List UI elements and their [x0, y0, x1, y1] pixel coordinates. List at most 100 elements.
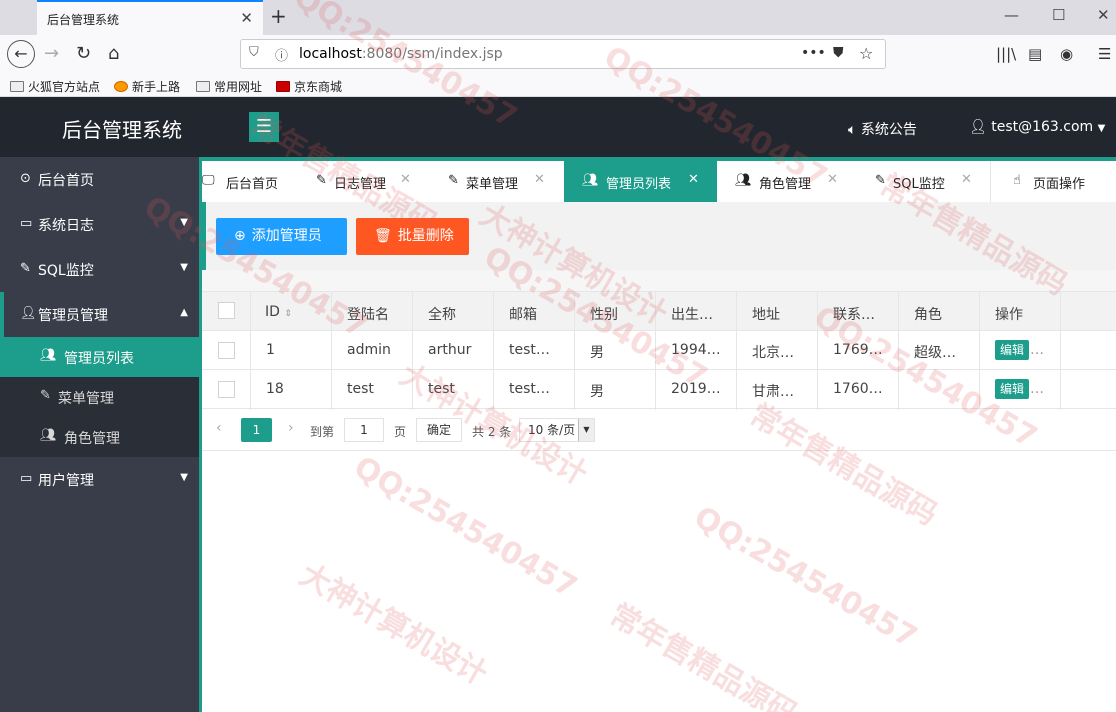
- account-icon[interactable]: ◉: [1060, 45, 1073, 63]
- hamburger-menu-icon[interactable]: ☰: [1098, 45, 1111, 63]
- sidebar-subitem-menu-management[interactable]: ✎ 菜单管理: [0, 377, 200, 417]
- browser-chrome: 后台管理系统 ✕ + — ☐ ✕ ← → ↻ ⌂ ⛉ ⓘ localhost:8…: [0, 0, 1116, 97]
- page-input[interactable]: 1: [344, 418, 384, 442]
- more-icon[interactable]: •••: [801, 45, 826, 61]
- sidebar-item-home[interactable]: ⊙ 后台首页: [0, 157, 200, 202]
- row-checkbox[interactable]: [218, 381, 235, 398]
- confirm-button[interactable]: 确定: [416, 418, 462, 442]
- tab-admin-list[interactable]: 👥︎ 管理员列表 ✕: [564, 161, 717, 202]
- sidebar-item-system-log[interactable]: ▭ 系统日志 ▼: [0, 202, 200, 247]
- tab-sql-monitor[interactable]: ✎ SQL监控 ✕: [857, 161, 990, 202]
- tab-home[interactable]: 🖵︎ 后台首页: [202, 161, 308, 202]
- pencil-icon: ✎: [448, 173, 459, 188]
- content-blank-area: [202, 451, 1116, 712]
- column-divider: [574, 291, 575, 410]
- forward-icon[interactable]: →: [44, 43, 59, 64]
- add-admin-button[interactable]: ⊕ 添加管理员: [216, 218, 347, 255]
- cell-email: test…: [509, 381, 550, 397]
- cell-address: 甘肃…: [752, 384, 794, 400]
- bookmark-item[interactable]: 火狐官方站点: [10, 78, 100, 95]
- admin-app: 后台管理系统 ☰ 🔈︎ 系统公告 👤︎ test@163.com ▼ ⊙ 后台首…: [0, 97, 1116, 712]
- tab-role-management[interactable]: 👥︎ 角色管理 ✕: [717, 161, 857, 202]
- nav-bar: ← → ↻ ⌂ ⛉ ⓘ localhost:8080/ssm/index.jsp…: [0, 35, 1116, 75]
- edit-button[interactable]: 编辑: [995, 340, 1029, 360]
- sidebar-item-admin-management[interactable]: 👤︎ 管理员管理 ▲: [0, 292, 200, 337]
- star-icon[interactable]: ☆: [859, 44, 873, 63]
- bookmark-item[interactable]: 京东商城: [276, 78, 342, 95]
- sidebar-subitem-role-management[interactable]: 👥︎ 角色管理: [0, 417, 200, 457]
- page-operations-button[interactable]: ☝︎ 页面操作: [990, 161, 1116, 202]
- chevron-down-icon: ▼: [578, 419, 594, 441]
- next-page-icon[interactable]: ›: [288, 420, 294, 436]
- column-header: 操作: [995, 307, 1023, 323]
- users-icon: 👥︎: [735, 173, 752, 188]
- select-all-checkbox[interactable]: [218, 302, 235, 319]
- column-divider: [493, 291, 494, 410]
- page-size-select[interactable]: 10 条/页 ▼: [519, 418, 595, 442]
- close-icon[interactable]: ✕: [827, 172, 838, 187]
- reload-icon[interactable]: ↻: [76, 43, 91, 64]
- cell-login: admin: [347, 342, 391, 358]
- total-count: 共 2 条: [472, 425, 512, 439]
- column-divider: [250, 291, 251, 410]
- monitor-icon: 🖵︎: [202, 173, 215, 188]
- page-number-current[interactable]: 1: [241, 418, 272, 442]
- toolbar: ⊕ 添加管理员 🗑︎ 批量删除: [202, 202, 1116, 270]
- url-bar[interactable]: ⛉ ⓘ localhost:8080/ssm/index.jsp ••• ⛊ ☆: [240, 39, 886, 69]
- user-icon: 👤︎: [969, 119, 987, 135]
- column-header[interactable]: ID ⇕: [265, 304, 292, 320]
- shield-icon[interactable]: ⛉: [249, 45, 259, 60]
- close-icon[interactable]: ✕: [961, 172, 972, 187]
- close-tab-icon[interactable]: ✕: [240, 9, 253, 27]
- home-icon[interactable]: ⌂: [108, 43, 119, 64]
- column-header: 邮箱: [509, 307, 537, 323]
- cell-phone: 1769…: [833, 342, 883, 358]
- cell-fullname: arthur: [428, 342, 472, 358]
- column-header: 联系…: [833, 307, 875, 323]
- cell-id: 18: [266, 381, 284, 397]
- close-icon[interactable]: ✕: [688, 172, 699, 187]
- edit-button[interactable]: 编辑: [995, 379, 1029, 399]
- sidebar-subitem-admin-list[interactable]: 👥︎ 管理员列表: [0, 337, 200, 377]
- cell-email: test…: [509, 342, 550, 358]
- bookmark-item[interactable]: 新手上路: [114, 78, 180, 95]
- sidebar-toggle-icon[interactable]: ▤: [1028, 45, 1042, 63]
- hand-pointer-icon: ☝︎: [1013, 173, 1021, 188]
- overflow-ellipsis: …: [1030, 381, 1044, 397]
- tab-menu-management[interactable]: ✎ 菜单管理 ✕: [428, 161, 564, 202]
- pocket-icon[interactable]: ⛊: [833, 45, 844, 61]
- pencil-icon: ✎: [316, 173, 327, 188]
- sidebar: ⊙ 后台首页 ▭ 系统日志 ▼ ✎ SQL监控 ▼ 👤︎ 管理员管理 ▲ 👥︎ …: [0, 157, 200, 712]
- menu-toggle-button[interactable]: ☰: [249, 112, 279, 142]
- library-icon[interactable]: |||\: [996, 45, 1016, 63]
- column-divider: [898, 291, 899, 410]
- close-icon[interactable]: ✕: [534, 172, 545, 187]
- active-indicator: [0, 292, 4, 337]
- column-divider: [655, 291, 656, 410]
- home-icon: ⊙: [20, 171, 31, 186]
- sidebar-item-user-management[interactable]: ▭ 用户管理 ▼: [0, 457, 200, 502]
- folder-icon: ▭: [20, 471, 33, 486]
- sidebar-item-sql-monitor[interactable]: ✎ SQL监控 ▼: [0, 247, 200, 292]
- row-checkbox[interactable]: [218, 342, 235, 359]
- new-tab-icon[interactable]: +: [270, 4, 287, 28]
- tab-strip: 后台管理系统 ✕ + — ☐ ✕: [0, 0, 1116, 35]
- column-divider: [817, 291, 818, 410]
- back-icon[interactable]: ←: [7, 40, 35, 68]
- prev-page-icon[interactable]: ‹: [216, 420, 222, 436]
- bookmark-item[interactable]: 常用网址: [196, 78, 262, 95]
- caret-down-icon: ▼: [1097, 123, 1106, 134]
- user-menu[interactable]: 👤︎ test@163.com ▼: [969, 119, 1105, 135]
- maximize-icon[interactable]: ☐: [1052, 6, 1065, 24]
- user-icon: 👤︎: [20, 306, 37, 321]
- info-icon[interactable]: ⓘ: [275, 45, 288, 64]
- caret-down-icon: ▼: [180, 472, 188, 483]
- batch-delete-button[interactable]: 🗑︎ 批量删除: [356, 218, 469, 255]
- minimize-icon[interactable]: —: [1004, 6, 1019, 24]
- browser-tab[interactable]: 后台管理系统 ✕: [37, 0, 263, 35]
- close-window-icon[interactable]: ✕: [1097, 6, 1110, 24]
- tab-log-management[interactable]: ✎ 日志管理 ✕: [308, 161, 428, 202]
- close-icon[interactable]: ✕: [400, 172, 411, 187]
- system-notice-link[interactable]: 🔈︎ 系统公告: [848, 119, 917, 139]
- sort-icon[interactable]: ⇕: [284, 309, 292, 319]
